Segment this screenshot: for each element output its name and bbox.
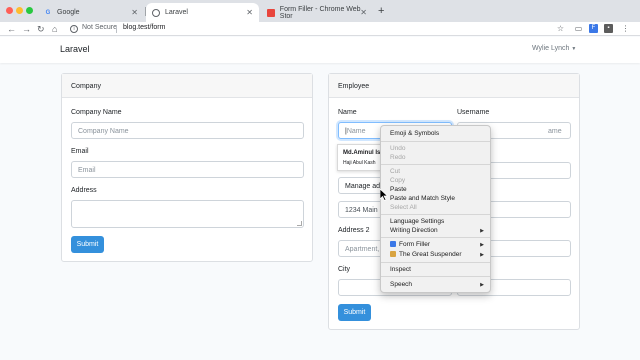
forward-icon[interactable]: → xyxy=(22,23,31,35)
close-tab-icon[interactable]: ✕ xyxy=(246,8,253,17)
app-navbar: Laravel Wylie Lynch ▼ xyxy=(0,37,640,63)
menu-divider xyxy=(381,237,490,238)
address2-label: Address 2 xyxy=(338,227,370,234)
company-name-input[interactable]: Company Name xyxy=(71,122,304,139)
menu-item-emoji-symbols[interactable]: Emoji & Symbols xyxy=(390,130,439,137)
username-label: Username xyxy=(457,109,490,116)
menu-item-redo: Redo xyxy=(390,154,406,161)
great-suspender-icon xyxy=(390,251,396,257)
back-icon[interactable]: ← xyxy=(7,23,16,35)
company-card: Company Company Name Company Name Email … xyxy=(61,73,313,262)
menu-item-cut: Cut xyxy=(390,168,401,175)
resize-handle-icon[interactable] xyxy=(297,221,302,226)
company-address-textarea[interactable] xyxy=(71,200,304,228)
close-tab-icon[interactable]: ✕ xyxy=(360,8,367,17)
tab-title: Google xyxy=(57,9,80,16)
globe-favicon xyxy=(152,8,160,17)
city-label: City xyxy=(338,266,351,273)
address-bar[interactable]: blog.test/form xyxy=(123,24,165,31)
context-menu: Emoji & Symbols Undo Redo Cut Copy Paste… xyxy=(380,125,491,293)
name-placeholder: Name xyxy=(346,128,366,135)
menu-item-undo: Undo xyxy=(390,145,406,152)
menu-item-paste[interactable]: Paste xyxy=(390,186,407,193)
minimize-window-icon[interactable] xyxy=(16,7,23,14)
maximize-window-icon[interactable] xyxy=(26,7,33,14)
writing-direction-label: Writing Direction xyxy=(390,227,438,234)
submenu-arrow-icon: ▶ xyxy=(480,282,484,288)
cast-icon[interactable]: ▭ xyxy=(574,24,583,33)
form-filler-extension-icon[interactable]: F xyxy=(589,24,598,33)
menu-divider xyxy=(381,214,490,215)
menu-item-writing-direction[interactable]: Writing Direction xyxy=(390,227,438,234)
submenu-arrow-icon: ▶ xyxy=(480,228,484,234)
tab-title: Laravel xyxy=(165,9,188,16)
brand-link[interactable]: Laravel xyxy=(60,44,90,54)
company-name-label: Company Name xyxy=(71,109,122,116)
google-favicon: G xyxy=(45,9,51,16)
autofill-address: Haji Abul Kash xyxy=(343,160,376,166)
url-divider xyxy=(116,25,117,33)
mouse-pointer-icon xyxy=(380,189,388,201)
close-window-icon[interactable] xyxy=(6,7,13,14)
form-filler-label: Form Filler xyxy=(399,241,431,248)
tab-form-filler[interactable]: Form Filler - Chrome Web Stor ✕ xyxy=(261,3,373,22)
employee-name-label: Name xyxy=(338,109,357,116)
user-name: Wylie Lynch xyxy=(532,45,570,52)
menu-item-great-suspender[interactable]: The Great Suspender xyxy=(390,251,462,258)
close-tab-icon[interactable]: ✕ xyxy=(131,8,138,17)
chrome-web-store-favicon xyxy=(267,8,275,17)
employee-card-header: Employee xyxy=(329,74,579,98)
bookmark-star-icon[interactable]: ☆ xyxy=(556,24,565,33)
menu-divider xyxy=(381,141,490,142)
great-suspender-label: The Great Suspender xyxy=(399,251,462,258)
autofill-name: Md.Aminul Is xyxy=(343,150,381,156)
company-card-header: Company xyxy=(62,74,312,98)
browser-toolbar: ← → ↻ ⌂ i Not Secure blog.test/form ☆ ▭ … xyxy=(0,22,640,36)
tab-title: Form Filler - Chrome Web Stor xyxy=(279,5,361,20)
menu-divider xyxy=(381,276,490,277)
extension-icon[interactable]: ▪ xyxy=(604,24,613,33)
employee-submit-button[interactable]: Submit xyxy=(338,304,371,321)
info-icon[interactable]: i xyxy=(70,25,78,33)
reload-icon[interactable]: ↻ xyxy=(37,23,45,35)
new-tab-icon[interactable]: + xyxy=(378,5,384,17)
menu-item-form-filler[interactable]: Form Filler xyxy=(390,241,430,248)
speech-label: Speech xyxy=(390,281,413,288)
submenu-arrow-icon: ▶ xyxy=(480,242,484,248)
company-email-input[interactable]: Email xyxy=(71,161,304,178)
caret-down-icon: ▼ xyxy=(571,46,577,52)
tab-laravel[interactable]: Laravel ✕ xyxy=(146,3,259,22)
menu-item-speech[interactable]: Speech xyxy=(390,281,412,288)
menu-item-language-settings[interactable]: Language Settings xyxy=(390,218,444,225)
menu-item-paste-match-style[interactable]: Paste and Match Style xyxy=(390,195,455,202)
form-filler-icon xyxy=(390,241,396,247)
company-email-label: Email xyxy=(71,148,89,155)
menu-item-select-all: Select All xyxy=(390,204,417,211)
menu-item-copy: Copy xyxy=(390,177,406,184)
tab-google[interactable]: G Google ✕ xyxy=(38,3,144,22)
home-icon[interactable]: ⌂ xyxy=(52,23,57,35)
menu-divider xyxy=(381,262,490,263)
menu-dots-icon[interactable]: ⋮ xyxy=(621,24,630,33)
company-submit-button[interactable]: Submit xyxy=(71,236,104,253)
user-menu[interactable]: Wylie Lynch ▼ xyxy=(532,45,576,52)
menu-divider xyxy=(381,164,490,165)
submenu-arrow-icon: ▶ xyxy=(480,252,484,258)
company-address-label: Address xyxy=(71,187,97,194)
browser-tab-bar: G Google ✕ Laravel ✕ Form Filler - Chrom… xyxy=(0,0,640,22)
menu-item-inspect[interactable]: Inspect xyxy=(390,266,411,273)
security-status[interactable]: Not Secure xyxy=(82,24,117,31)
